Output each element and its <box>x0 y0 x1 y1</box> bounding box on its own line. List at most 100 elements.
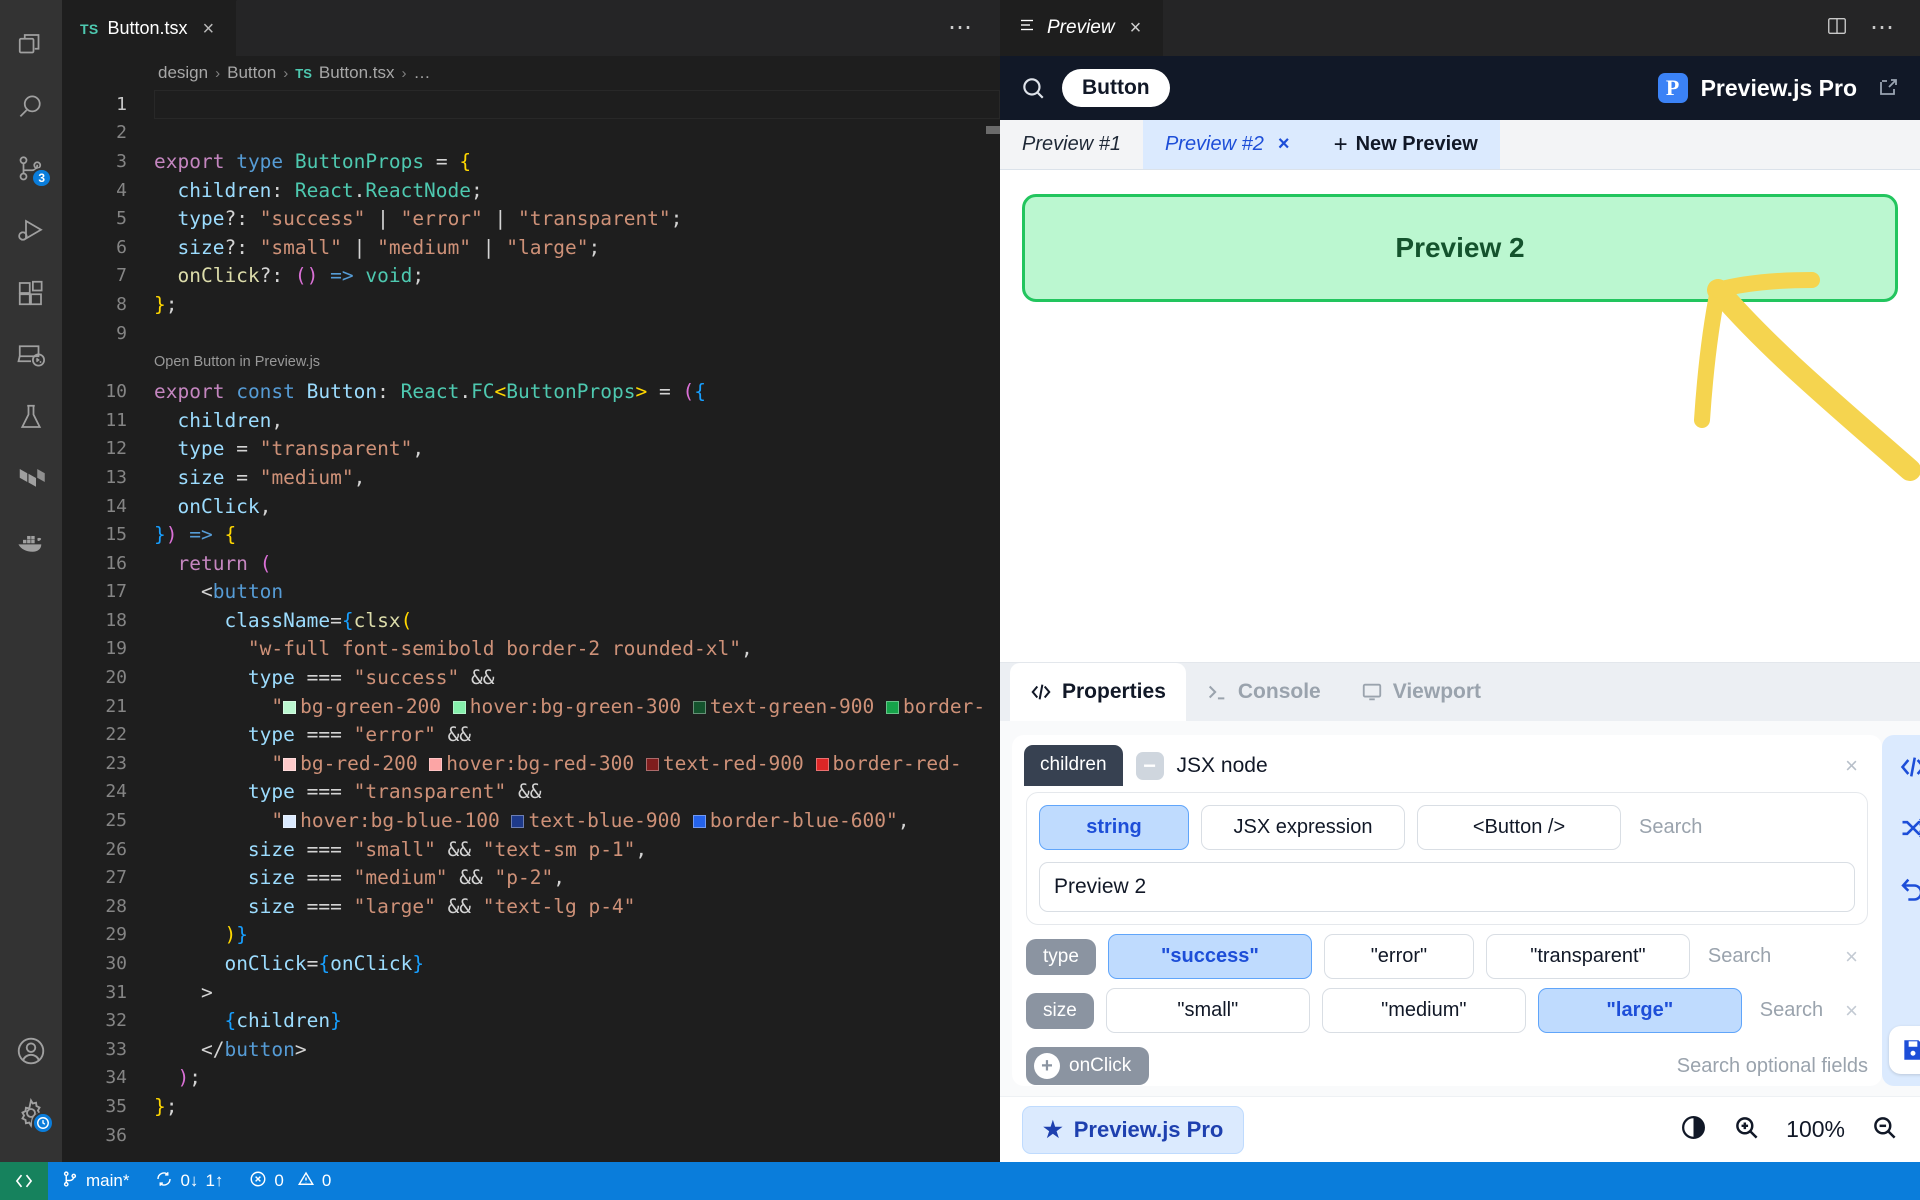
properties-side-tools <box>1882 735 1920 1086</box>
size-option-medium[interactable]: "medium" <box>1321 988 1526 1033</box>
terraform-icon[interactable] <box>0 448 62 510</box>
preview-panel: Preview × ⋯ Button P Preview.js Pro Prev… <box>1000 0 1920 1162</box>
line-number: 17 <box>105 581 127 603</box>
shuffle-icon[interactable] <box>1899 814 1920 847</box>
source-control-icon[interactable]: 3 <box>0 138 62 200</box>
type-option-transparent[interactable]: "transparent" <box>1485 934 1690 979</box>
tab-properties[interactable]: Properties <box>1010 663 1186 721</box>
size-search-label[interactable]: Search <box>1754 999 1823 1022</box>
code-line: 8 }; <box>62 290 1000 319</box>
type-option-success[interactable]: "success" <box>1107 934 1312 979</box>
prop-pill-size[interactable]: size <box>1026 992 1094 1029</box>
settings-gear-icon[interactable] <box>0 1082 62 1144</box>
optional-fields-search[interactable]: Search optional fields <box>1677 1055 1868 1078</box>
split-editor-icon[interactable] <box>1826 15 1848 42</box>
more-actions-icon[interactable]: ⋯ <box>948 15 974 40</box>
children-option-jsx-expression[interactable]: JSX expression <box>1201 805 1405 850</box>
children-value-input[interactable]: Preview 2 <box>1039 862 1856 912</box>
collapse-icon[interactable]: − <box>1135 751 1164 780</box>
code-text: onClick={onClick} <box>224 952 425 976</box>
rendered-button-component[interactable]: Preview 2 <box>1022 194 1898 302</box>
remote-explorer-icon[interactable] <box>0 324 62 386</box>
size-clear-icon[interactable]: × <box>1835 998 1868 1024</box>
status-problems[interactable]: 0 0 <box>236 1162 344 1200</box>
code-text: className={clsx( <box>224 608 413 632</box>
line-number: 30 <box>105 953 127 975</box>
search-icon[interactable] <box>1020 75 1046 101</box>
contrast-icon[interactable] <box>1680 1114 1707 1146</box>
preview-canvas[interactable]: Preview 2 <box>1000 170 1920 662</box>
tab-viewport-label: Viewport <box>1392 680 1482 703</box>
type-option-error[interactable]: "error" <box>1323 934 1474 979</box>
run-debug-icon[interactable] <box>0 200 62 262</box>
close-icon[interactable]: × <box>1837 753 1866 779</box>
preview-brand[interactable]: P Preview.js Pro <box>1657 73 1900 103</box>
status-sync-down: 0↓ <box>180 1171 199 1190</box>
undo-icon[interactable] <box>1899 875 1920 908</box>
zoom-out-icon[interactable] <box>1871 1114 1898 1146</box>
code-text: <button <box>200 580 284 604</box>
status-branch[interactable]: main* <box>48 1162 142 1200</box>
children-search-label[interactable]: Search <box>1633 816 1702 839</box>
code-line: 31 > <box>62 978 1000 1007</box>
breadcrumb-item-more[interactable]: … <box>414 63 431 83</box>
code-brackets-icon[interactable] <box>1899 753 1920 786</box>
save-disk-icon[interactable] <box>1889 1026 1920 1074</box>
size-option-small[interactable]: "small" <box>1105 988 1310 1033</box>
line-number: 33 <box>105 1038 127 1060</box>
tab-viewport[interactable]: Viewport <box>1341 663 1501 721</box>
code-line: 25 " hover:bg-blue-100 text-blue-900 bord… <box>62 806 1000 835</box>
code-lens-open-preview[interactable]: Open Button in Preview.js <box>62 347 1000 377</box>
external-link-icon[interactable] <box>1876 76 1900 100</box>
testing-icon[interactable] <box>0 386 62 448</box>
preview-tab-2[interactable]: Preview #2 × <box>1142 120 1312 169</box>
code-line: 11 children, <box>62 406 1000 435</box>
type-search-label[interactable]: Search <box>1702 945 1771 968</box>
children-option-button-component[interactable]: <Button /> <box>1417 805 1621 850</box>
code-line: 33 </button> <box>62 1035 1000 1064</box>
prop-pill-children[interactable]: children <box>1024 745 1123 786</box>
prop-pill-type[interactable]: type <box>1026 938 1096 975</box>
close-icon[interactable]: × <box>1278 133 1290 156</box>
code-line: 27 size === "medium" && "p-2", <box>62 863 1000 892</box>
breadcrumb-item-file[interactable]: Button.tsx <box>319 63 395 83</box>
remote-window-indicator[interactable] <box>0 1162 48 1200</box>
preview-tab-1[interactable]: Preview #1 <box>1000 120 1143 169</box>
editor-scrollbar[interactable] <box>986 90 1000 1162</box>
zoom-in-icon[interactable] <box>1733 1114 1760 1146</box>
line-number: 22 <box>105 724 127 746</box>
line-number: 32 <box>105 1010 127 1032</box>
type-clear-icon[interactable]: × <box>1835 944 1868 970</box>
color-swatch <box>452 700 466 714</box>
editor-tab-button-tsx[interactable]: TS Button.tsx × <box>62 0 238 56</box>
extensions-icon[interactable] <box>0 262 62 324</box>
close-icon[interactable]: × <box>197 17 221 41</box>
preview-tab[interactable]: Preview × <box>1000 0 1164 56</box>
editor-group: TS Button.tsx × ⋯ design › Button › TS B… <box>62 0 1000 1162</box>
new-preview-button[interactable]: + New Preview <box>1311 120 1500 169</box>
explorer-icon[interactable] <box>0 14 62 76</box>
breadcrumb-item-design[interactable]: design <box>158 63 208 83</box>
search-icon[interactable] <box>0 76 62 138</box>
close-icon[interactable]: × <box>1126 15 1146 42</box>
size-option-large[interactable]: "large" <box>1537 988 1742 1033</box>
line-number: 10 <box>105 381 127 403</box>
account-icon[interactable] <box>0 1020 62 1082</box>
line-number: 21 <box>105 695 127 717</box>
preview-tab-bar: Preview × ⋯ <box>1000 0 1920 56</box>
more-actions-icon[interactable]: ⋯ <box>1870 15 1896 40</box>
prop-row-type: type "success" "error" "transparent" Sea… <box>1012 925 1882 979</box>
previewjs-pro-button[interactable]: ★ Preview.js Pro <box>1022 1105 1245 1154</box>
status-sync[interactable]: 0↓ 1↑ <box>142 1162 236 1200</box>
preview-component-chip[interactable]: Button <box>1062 69 1170 107</box>
add-onclick-button[interactable]: + onClick <box>1026 1047 1150 1085</box>
code-line: 14 onClick, <box>62 492 1000 521</box>
code-line: 21 " bg-green-200 hover:bg-green-300 text… <box>62 692 1000 721</box>
docker-icon[interactable] <box>0 510 62 572</box>
scrollbar-thumb[interactable] <box>986 126 1000 134</box>
breadcrumb-item-button[interactable]: Button <box>227 63 276 83</box>
tab-console[interactable]: Console <box>1186 663 1341 721</box>
properties-card: children − JSX node × string JSX express… <box>1012 735 1883 1086</box>
children-option-string[interactable]: string <box>1039 805 1189 850</box>
code-editor[interactable]: 1 import clsx from "clsx"; 2 3 export ty… <box>62 90 1000 1162</box>
